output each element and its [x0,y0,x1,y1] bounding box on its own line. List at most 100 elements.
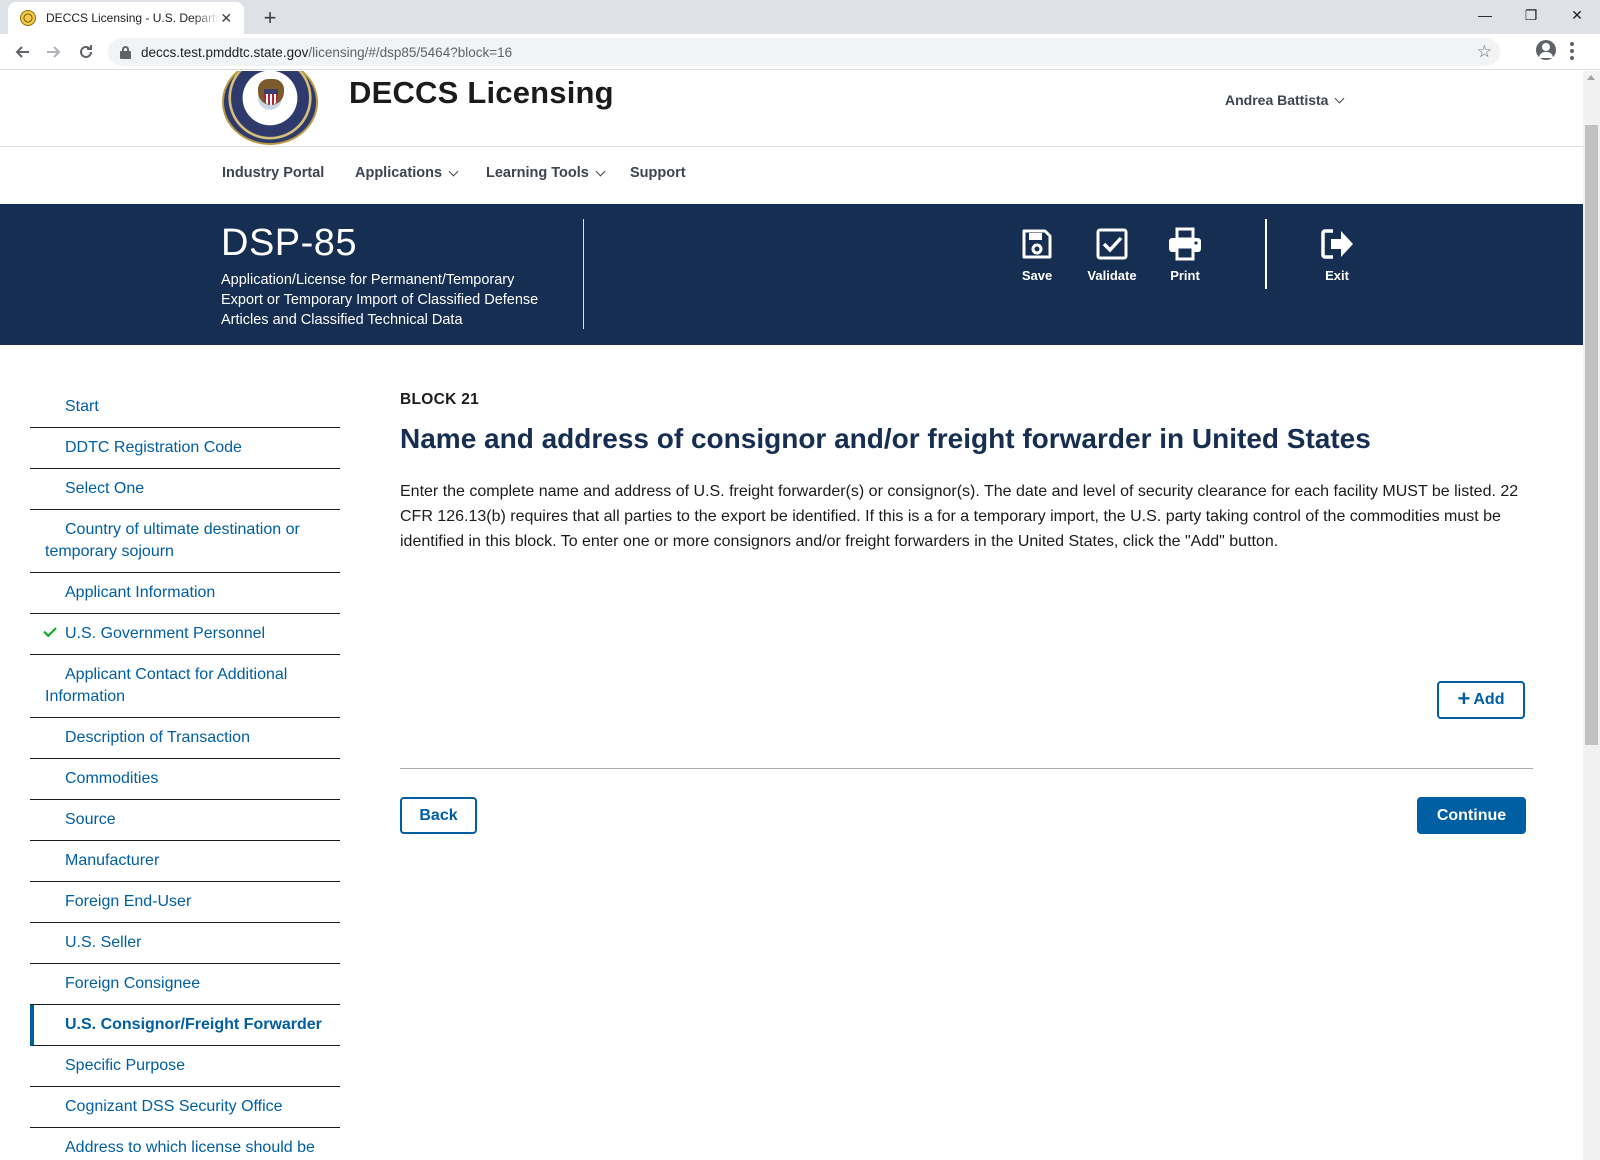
page-scrollbar[interactable] [1583,71,1600,1160]
sidenav-item-foreign-consignee[interactable]: Foreign Consignee [30,964,340,1005]
browser-tab[interactable]: DECCS Licensing - U.S. Department of Sta… [8,2,244,34]
sidenav-item-foreign-end-user[interactable]: Foreign End-User [30,882,340,923]
close-window-button[interactable]: ✕ [1554,0,1600,30]
save-label: Save [1021,268,1053,283]
main-content: BLOCK 21 Name and address of consignor a… [400,391,1533,834]
checkmark-icon [43,623,57,638]
sidenav-item-commodities[interactable]: Commodities [30,759,340,800]
nav-applications[interactable]: Applications [355,165,459,181]
sidenav-item-label: U.S. Consignor/Freight Forwarder [65,1016,322,1033]
sidenav-item-cognizant-dss-security-office[interactable]: Cognizant DSS Security Office [30,1087,340,1128]
main-nav: Industry Portal Applications Learning To… [0,148,1583,204]
form-banner: DSP-85 Application/License for Permanent… [0,204,1583,345]
validate-button[interactable]: Validate [1077,226,1147,283]
sidenav-item-label: Start [65,398,99,415]
state-department-seal-logo[interactable] [222,71,318,145]
sidenav-item-start[interactable]: Start [30,387,340,428]
add-label: Add [1473,691,1505,708]
sidenav-item-label: Cognizant DSS Security Office [65,1098,283,1115]
print-button[interactable]: Print [1150,226,1220,283]
exit-label: Exit [1325,268,1349,283]
address-bar[interactable]: deccs.test.pmddtc.state.gov/licensing/#/… [108,38,1500,66]
sidenav-item-label: Source [65,811,116,828]
new-tab-button[interactable]: + [256,4,284,32]
sidenav-item-address-for-license[interactable]: Address to which license should be maile… [30,1128,340,1160]
browser-menu-icon[interactable] [1570,42,1574,60]
url-host: deccs.test.pmddtc.state.gov [141,44,309,60]
shield-emblem [264,89,278,105]
block-label: BLOCK 21 [400,391,480,408]
scrollbar-thumb[interactable] [1585,125,1598,745]
tab-close-icon[interactable]: ✕ [219,10,235,27]
sidenav-item-label: Description of Transaction [65,729,250,746]
profile-avatar-icon[interactable] [1536,40,1556,60]
sidenav-item-country-of-destination[interactable]: Country of ultimate destination or tempo… [30,510,340,573]
sidenav-item-label: DDTC Registration Code [65,439,242,456]
exit-button[interactable]: Exit [1302,226,1372,283]
back-arrow-icon[interactable] [8,38,36,66]
save-button[interactable]: Save [1002,226,1072,283]
side-navigation: Start DDTC Registration Code Select One … [30,387,340,1160]
nav-industry-portal[interactable]: Industry Portal [222,165,324,181]
nav-label: Learning Tools [486,165,589,181]
sidenav-item-label: Foreign Consignee [65,975,201,992]
nav-label: Applications [355,165,443,181]
sidenav-item-us-government-personnel[interactable]: U.S. Government Personnel [30,614,340,655]
sidenav-item-label: Address to which license should be maile… [65,1139,315,1156]
sidenav-item-label: Applicant Contact for Additional Informa… [45,666,288,705]
plus-icon: + [1457,686,1471,711]
chevron-down-icon [1335,93,1345,103]
sidenav-item-label: U.S. Seller [65,934,142,951]
divider [400,768,1533,769]
sidenav-item-label: Country of ultimate destination or tempo… [45,521,300,560]
sidenav-item-us-seller[interactable]: U.S. Seller [30,923,340,964]
add-button[interactable]: + Add [1437,681,1525,719]
sidenav-item-applicant-information[interactable]: Applicant Information [30,573,340,614]
site-header: DECCS Licensing Andrea Battista [0,71,1583,147]
lock-icon [120,45,131,59]
validate-label: Validate [1087,268,1137,283]
checkbox-checked-icon [1096,228,1128,260]
continue-button[interactable]: Continue [1417,797,1526,834]
chevron-down-icon [448,166,459,176]
user-name: Andrea Battista [1225,92,1329,108]
tab-title: DECCS Licensing - U.S. Department of Sta… [46,11,219,25]
bookmark-star-icon[interactable]: ☆ [1477,42,1492,62]
sidenav-item-specific-purpose[interactable]: Specific Purpose [30,1046,340,1087]
nav-learning-tools[interactable]: Learning Tools [486,165,606,181]
sidenav-item-source[interactable]: Source [30,800,340,841]
sidenav-item-manufacturer[interactable]: Manufacturer [30,841,340,882]
site-title[interactable]: DECCS Licensing [349,75,614,111]
sidenav-item-label: Commodities [65,770,159,787]
scroll-up-arrow-icon[interactable] [1587,75,1595,80]
print-label: Print [1170,268,1200,283]
form-code: DSP-85 [221,222,358,264]
sidenav-item-label: Foreign End-User [65,893,192,910]
sidenav-item-label: Manufacturer [65,852,160,869]
nav-support[interactable]: Support [630,165,686,181]
user-menu[interactable]: Andrea Battista [1225,92,1345,108]
block-description: Enter the complete name and address of U… [400,483,1519,550]
sidenav-item-applicant-contact[interactable]: Applicant Contact for Additional Informa… [30,655,340,718]
page-title: Name and address of consignor and/or fre… [400,423,1371,454]
sidenav-item-label: Applicant Information [65,584,216,601]
banner-divider [1265,219,1267,289]
reload-icon[interactable] [72,38,100,66]
printer-icon [1169,227,1201,261]
sidenav-item-label: Select One [65,480,145,497]
nav-label: Industry Portal [222,165,325,181]
sidenav-item-ddtc-registration-code[interactable]: DDTC Registration Code [30,428,340,469]
sidenav-item-select-one[interactable]: Select One [30,469,340,510]
browser-tabstrip: DECCS Licensing - U.S. Department of Sta… [0,0,1600,34]
sidenav-item-us-consignor-freight-forwarder[interactable]: U.S. Consignor/Freight Forwarder [30,1005,340,1046]
restore-button[interactable]: ❐ [1508,0,1554,30]
banner-divider [583,219,584,329]
floppy-disk-icon [1022,229,1052,259]
minimize-button[interactable]: — [1462,0,1508,30]
forward-arrow-icon[interactable] [40,38,68,66]
form-description: Application/License for Permanent/Tempor… [221,272,539,328]
back-button[interactable]: Back [400,797,477,834]
url-path: /licensing/#/dsp85/5464?block=16 [308,44,513,60]
sidenav-item-description-of-transaction[interactable]: Description of Transaction [30,718,340,759]
nav-label: Support [630,165,686,181]
